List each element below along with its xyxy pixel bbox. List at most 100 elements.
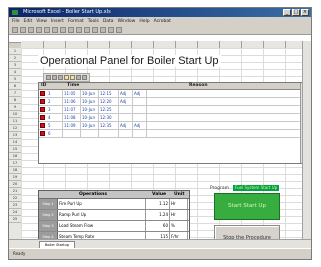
grid-cell[interactable]: [133, 114, 147, 121]
program-status-badge: Fuel System Start Up: [233, 185, 280, 191]
grid-cell[interactable]: 12:25: [99, 106, 119, 113]
grid-cell[interactable]: 10-Jun: [81, 90, 99, 97]
col-value: Value: [152, 192, 167, 197]
delete-record-icon[interactable]: [76, 75, 81, 80]
new-record-icon[interactable]: [70, 75, 75, 80]
grid-row[interactable]: 2 11:06 10-Jun 12:20 Adj: [39, 98, 301, 106]
grid-cell[interactable]: [81, 130, 99, 137]
operation-value[interactable]: 1.12: [146, 199, 170, 209]
menu-data[interactable]: Data: [103, 19, 114, 24]
new-icon[interactable]: [12, 26, 18, 33]
grid-cell[interactable]: 5: [47, 122, 63, 129]
sum-icon[interactable]: [92, 26, 98, 33]
panel-title: Operational Panel for Boiler Start Up: [38, 55, 221, 67]
grid-cell[interactable]: 3: [47, 106, 63, 113]
row-select-checkbox[interactable]: [40, 99, 45, 104]
grid-row[interactable]: 3 11:07 10-Jun 12:25: [39, 106, 301, 114]
start-startup-button[interactable]: Start Start Up: [214, 193, 280, 220]
grid-cell[interactable]: 11:08: [63, 114, 81, 121]
cut-icon[interactable]: [52, 26, 58, 33]
edit-record-icon[interactable]: [64, 75, 69, 80]
menu-edit[interactable]: Edit: [24, 19, 33, 24]
row-select-checkbox[interactable]: [40, 91, 45, 96]
grid-cell[interactable]: 11:06: [63, 98, 81, 105]
grid-cell[interactable]: Adj: [119, 122, 133, 129]
row-select-checkbox[interactable]: [40, 115, 45, 120]
grid-cell[interactable]: 12:30: [99, 114, 119, 121]
operation-value[interactable]: 60: [146, 221, 170, 231]
menu-file[interactable]: File: [12, 19, 20, 24]
menu-insert[interactable]: Insert: [51, 19, 64, 24]
grid-cell[interactable]: 12:20: [99, 98, 119, 105]
menu-tools[interactable]: Tools: [88, 19, 99, 24]
startup-data-grid[interactable]: ID Time Reason 1 11:05 10-Jun 12:15 Adj …: [38, 82, 303, 164]
vertical-scrollbar[interactable]: [302, 41, 311, 240]
grid-cell[interactable]: 12:35: [99, 122, 119, 129]
operation-name: Load Steam Flow: [58, 221, 146, 231]
grid-cell[interactable]: 11:07: [63, 106, 81, 113]
grid-cell[interactable]: [99, 130, 119, 137]
menu-acrobat[interactable]: Acrobat: [154, 19, 171, 24]
print-icon[interactable]: [36, 26, 42, 33]
grid-row[interactable]: 6: [39, 130, 301, 138]
sort-icon[interactable]: [100, 26, 106, 33]
stop-procedure-button[interactable]: Stop the Procedure: [214, 225, 280, 240]
redo-icon[interactable]: [84, 26, 90, 33]
grid-cell[interactable]: [133, 130, 147, 137]
menu-help[interactable]: Help: [139, 19, 149, 24]
row-select-checkbox[interactable]: [40, 131, 45, 136]
menu-format[interactable]: Format: [68, 19, 84, 24]
col-operations: Operations: [79, 192, 108, 197]
chart-icon[interactable]: [108, 26, 114, 33]
grid-cell[interactable]: 10-Jun: [81, 114, 99, 121]
operations-table-header: Operations Value Unit: [39, 191, 189, 199]
grid-row[interactable]: 1 11:05 10-Jun 12:15 Adj Adj: [39, 90, 301, 98]
row-select-checkbox[interactable]: [40, 123, 45, 128]
grid-row[interactable]: 5 11:09 10-Jun 12:35 Adj Adj: [39, 122, 301, 130]
preview-icon[interactable]: [44, 26, 50, 33]
grid-cell[interactable]: Adj: [133, 90, 147, 97]
close-button[interactable]: ×: [301, 9, 309, 16]
menu-view[interactable]: View: [36, 19, 47, 24]
grid-cell[interactable]: Adj: [119, 98, 133, 105]
grid-row[interactable]: 4 11:08 10-Jun 12:30: [39, 114, 301, 122]
step-label: Step 2: [39, 210, 58, 220]
grid-cell[interactable]: 11:09: [63, 122, 81, 129]
prev-record-icon[interactable]: [52, 75, 57, 80]
grid-cell[interactable]: 10-Jun: [81, 122, 99, 129]
grid-cell[interactable]: [133, 106, 147, 113]
grid-cell[interactable]: [133, 98, 147, 105]
maximize-button[interactable]: □: [292, 9, 300, 16]
save-icon[interactable]: [28, 26, 34, 33]
grid-cell[interactable]: 10-Jun: [81, 98, 99, 105]
grid-cell[interactable]: 12:15: [99, 90, 119, 97]
menu-window[interactable]: Window: [118, 19, 136, 24]
grid-cell[interactable]: 4: [47, 114, 63, 121]
grid-cell[interactable]: [119, 106, 133, 113]
grid-cell[interactable]: [119, 130, 133, 137]
grid-cell[interactable]: Adj: [133, 122, 147, 129]
paste-icon[interactable]: [68, 26, 74, 33]
grid-rows: 1 11:05 10-Jun 12:15 Adj Adj 2 11:06 10-…: [39, 90, 301, 138]
next-record-icon[interactable]: [58, 75, 63, 80]
worksheet[interactable]: Operational Panel for Boiler Start Up ID…: [21, 48, 303, 240]
row-select-checkbox[interactable]: [40, 107, 45, 112]
grid-cell[interactable]: Adj: [119, 90, 133, 97]
program-label: Program: [210, 186, 229, 191]
status-bar: Ready: [9, 248, 311, 259]
grid-cell[interactable]: 2: [47, 98, 63, 105]
grid-cell[interactable]: 11:05: [63, 90, 81, 97]
grid-cell[interactable]: [63, 130, 81, 137]
open-icon[interactable]: [20, 26, 26, 33]
zoom-icon[interactable]: [116, 26, 122, 33]
grid-cell[interactable]: [119, 114, 133, 121]
grid-cell[interactable]: 1: [47, 90, 63, 97]
copy-icon[interactable]: [60, 26, 66, 33]
grid-cell[interactable]: 6: [47, 130, 63, 137]
undo-icon[interactable]: [76, 26, 82, 33]
minimize-button[interactable]: _: [283, 9, 291, 16]
operation-value[interactable]: 1.24: [146, 210, 170, 220]
grid-cell[interactable]: 10-Jun: [81, 106, 99, 113]
first-record-icon[interactable]: [46, 75, 51, 80]
refresh-icon[interactable]: [82, 75, 87, 80]
